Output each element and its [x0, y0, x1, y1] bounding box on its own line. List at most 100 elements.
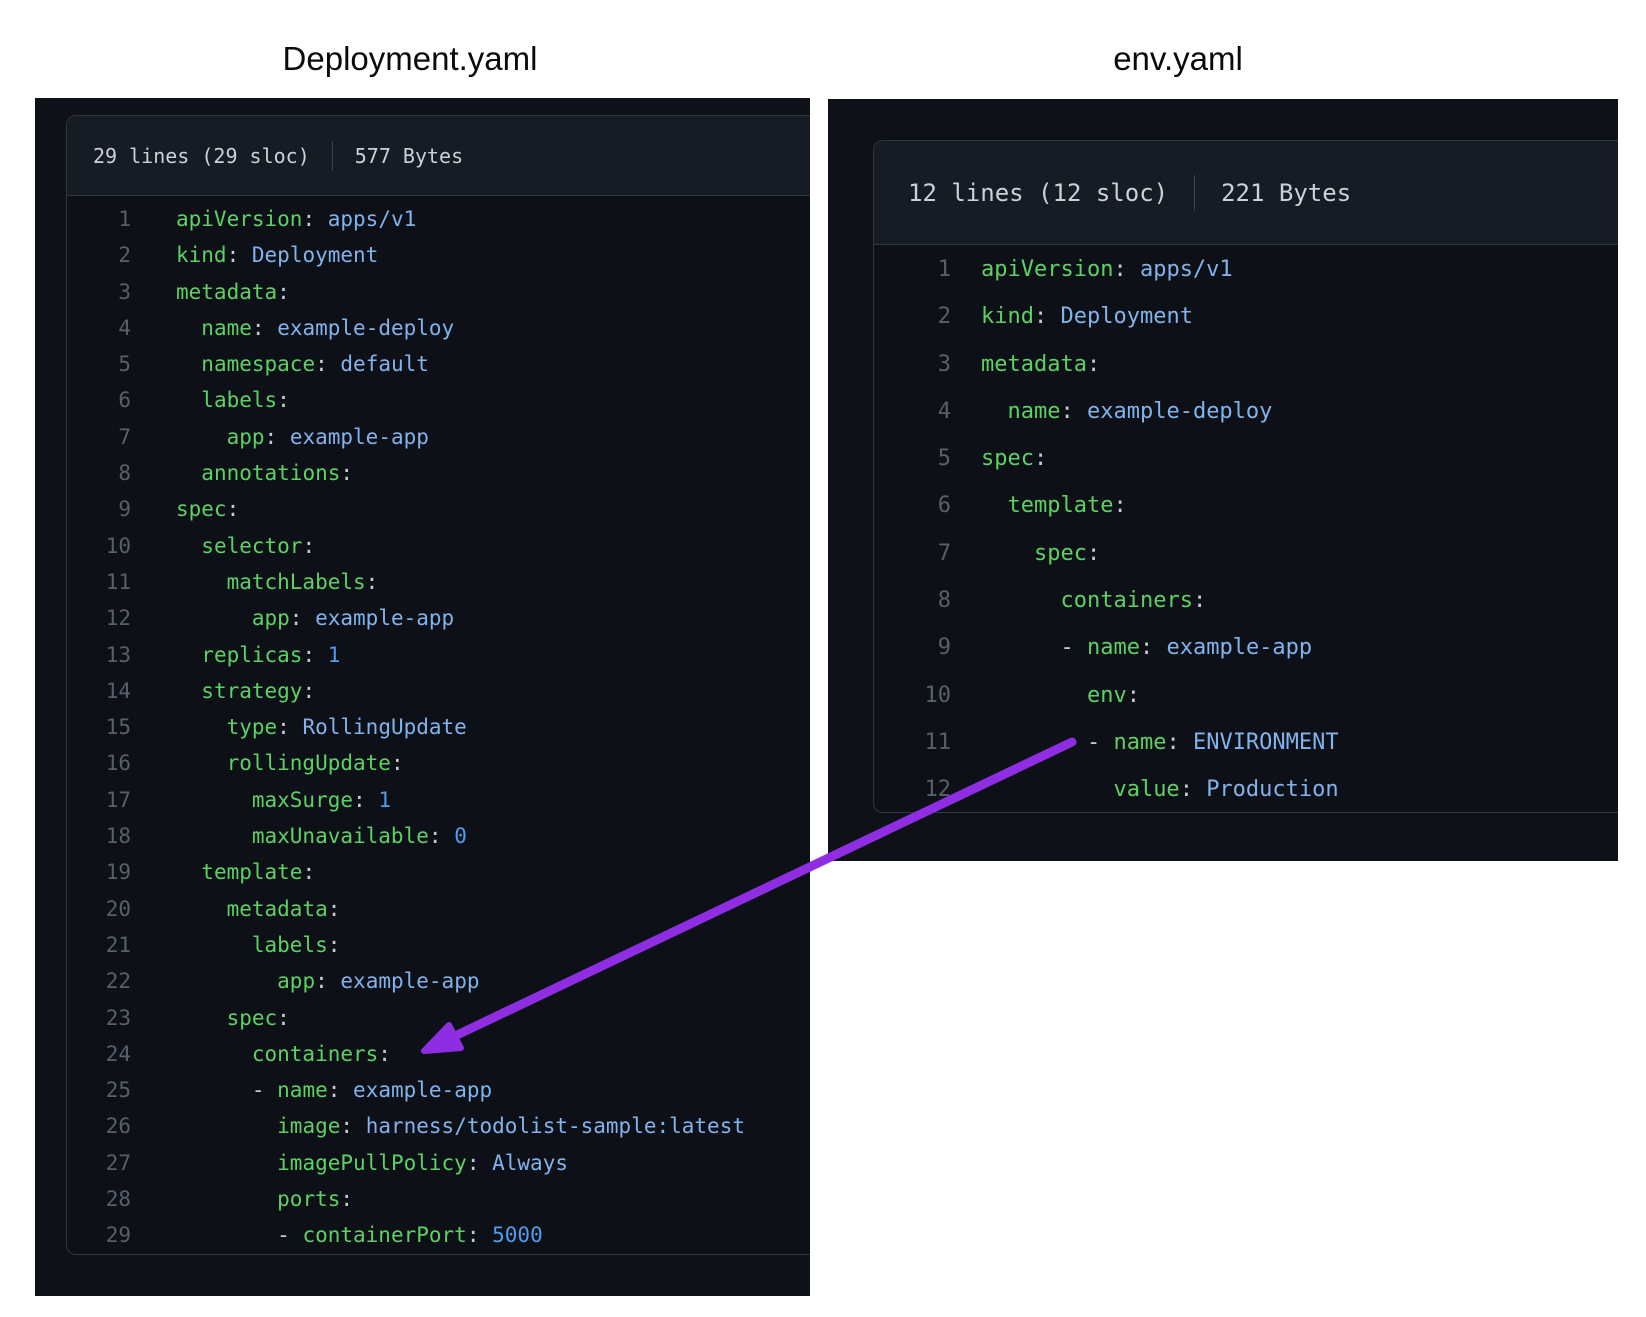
line-number: 22	[67, 963, 131, 999]
header-divider	[1194, 175, 1195, 211]
env-yaml-file-header: 12 lines (12 sloc) 221 Bytes	[874, 141, 1618, 245]
code-line: 27 imagePullPolicy: Always	[67, 1145, 810, 1181]
code-text: maxSurge: 1	[176, 782, 391, 818]
line-number: 11	[67, 564, 131, 600]
code-line: 7 app: example-app	[67, 419, 810, 455]
code-text: app: example-app	[176, 600, 454, 636]
line-number: 29	[67, 1217, 131, 1253]
code-line: 19 template:	[67, 854, 810, 890]
deployment-yaml-lines-count: 29 lines (29 sloc)	[93, 144, 310, 168]
code-text: spec:	[981, 435, 1047, 482]
line-number: 20	[67, 891, 131, 927]
code-text: type: RollingUpdate	[176, 709, 467, 745]
code-text: value: Production	[981, 766, 1339, 813]
code-text: containers:	[981, 577, 1206, 624]
code-text: name: example-deploy	[981, 388, 1272, 435]
code-line: 16 rollingUpdate:	[67, 745, 810, 781]
line-number: 18	[67, 818, 131, 854]
line-number: 11	[874, 719, 951, 766]
code-text: annotations:	[176, 455, 353, 491]
code-text: name: example-deploy	[176, 310, 454, 346]
code-text: - containerPort: 5000	[176, 1217, 543, 1253]
code-text: spec:	[176, 491, 239, 527]
code-text: env:	[981, 672, 1140, 719]
code-text: labels:	[176, 927, 340, 963]
line-number: 17	[67, 782, 131, 818]
line-number: 10	[67, 528, 131, 564]
line-number: 23	[67, 1000, 131, 1036]
code-text: labels:	[176, 382, 290, 418]
code-line: 28 ports:	[67, 1181, 810, 1217]
deployment-yaml-panel: 29 lines (29 sloc) 577 Bytes 1apiVersion…	[35, 98, 810, 1296]
line-number: 14	[67, 673, 131, 709]
line-number: 5	[874, 435, 951, 482]
code-text: template:	[981, 482, 1127, 529]
code-line: 2 kind: Deployment	[67, 237, 810, 273]
code-text: apiVersion: apps/v1	[176, 201, 416, 237]
code-line: 3metadata:	[67, 274, 810, 310]
line-number: 7	[67, 419, 131, 455]
code-line: 8 annotations:	[67, 455, 810, 491]
code-text: strategy:	[176, 673, 315, 709]
line-number: 10	[874, 672, 951, 719]
code-line: 13 replicas: 1	[67, 637, 810, 673]
code-line: 24 containers:	[67, 1036, 810, 1072]
line-number: 9	[67, 491, 131, 527]
page: Deployment.yaml env.yaml 29 lines (29 sl…	[0, 0, 1646, 1317]
line-number: 21	[67, 927, 131, 963]
code-text: metadata:	[981, 341, 1100, 388]
code-line: 1 apiVersion: apps/v1	[874, 246, 1618, 293]
line-number: 8	[874, 577, 951, 624]
code-text: spec:	[176, 1000, 290, 1036]
code-text: metadata:	[176, 891, 340, 927]
line-number: 3	[874, 341, 951, 388]
line-number: 8	[67, 455, 131, 491]
code-text: replicas: 1	[176, 637, 340, 673]
code-text: - name: example-app	[981, 624, 1312, 671]
env-yaml-lines-count: 12 lines (12 sloc)	[908, 179, 1168, 207]
code-line: 6 template:	[874, 482, 1618, 529]
line-number: 12	[67, 600, 131, 636]
line-number: 3	[67, 274, 131, 310]
line-number: 7	[874, 530, 951, 577]
file-title-env-yaml: env.yaml	[838, 40, 1518, 78]
code-line: 26 image: harness/todolist-sample:latest	[67, 1108, 810, 1144]
line-number: 9	[874, 624, 951, 671]
line-number: 25	[67, 1072, 131, 1108]
line-number: 24	[67, 1036, 131, 1072]
line-number: 6	[67, 382, 131, 418]
code-line: 17 maxSurge: 1	[67, 782, 810, 818]
deployment-yaml-file-box: 29 lines (29 sloc) 577 Bytes 1apiVersion…	[66, 115, 810, 1255]
code-line: 20 metadata:	[67, 891, 810, 927]
code-text: kind: Deployment	[176, 237, 378, 273]
code-line: 7 spec:	[874, 530, 1618, 577]
code-line: 1 apiVersion: apps/v1	[67, 201, 810, 237]
file-title-deployment-yaml: Deployment.yaml	[0, 40, 820, 78]
code-text: maxUnavailable: 0	[176, 818, 467, 854]
line-number: 5	[67, 346, 131, 382]
code-line: 21 labels:	[67, 927, 810, 963]
code-text: matchLabels:	[176, 564, 378, 600]
code-line: 4 name: example-deploy	[67, 310, 810, 346]
line-number: 13	[67, 637, 131, 673]
line-number: 4	[67, 310, 131, 346]
line-number: 2	[67, 237, 131, 273]
code-text: - name: example-app	[176, 1072, 492, 1108]
env-yaml-file-size: 221 Bytes	[1221, 179, 1351, 207]
code-line: 3 metadata:	[874, 341, 1618, 388]
code-line: 23 spec:	[67, 1000, 810, 1036]
code-text: selector:	[176, 528, 315, 564]
code-text: kind: Deployment	[981, 293, 1193, 340]
code-line: 4 name: example-deploy	[874, 388, 1618, 435]
header-divider	[332, 141, 333, 171]
line-number: 26	[67, 1108, 131, 1144]
code-line: 25 - name: example-app	[67, 1072, 810, 1108]
code-text: image: harness/todolist-sample:latest	[176, 1108, 745, 1144]
code-text: apiVersion: apps/v1	[981, 246, 1233, 293]
code-line: 12 app: example-app	[67, 600, 810, 636]
line-number: 1	[67, 201, 131, 237]
line-number: 15	[67, 709, 131, 745]
code-line: 5 spec:	[874, 435, 1618, 482]
line-number: 1	[874, 246, 951, 293]
code-line: 22 app: example-app	[67, 963, 810, 999]
